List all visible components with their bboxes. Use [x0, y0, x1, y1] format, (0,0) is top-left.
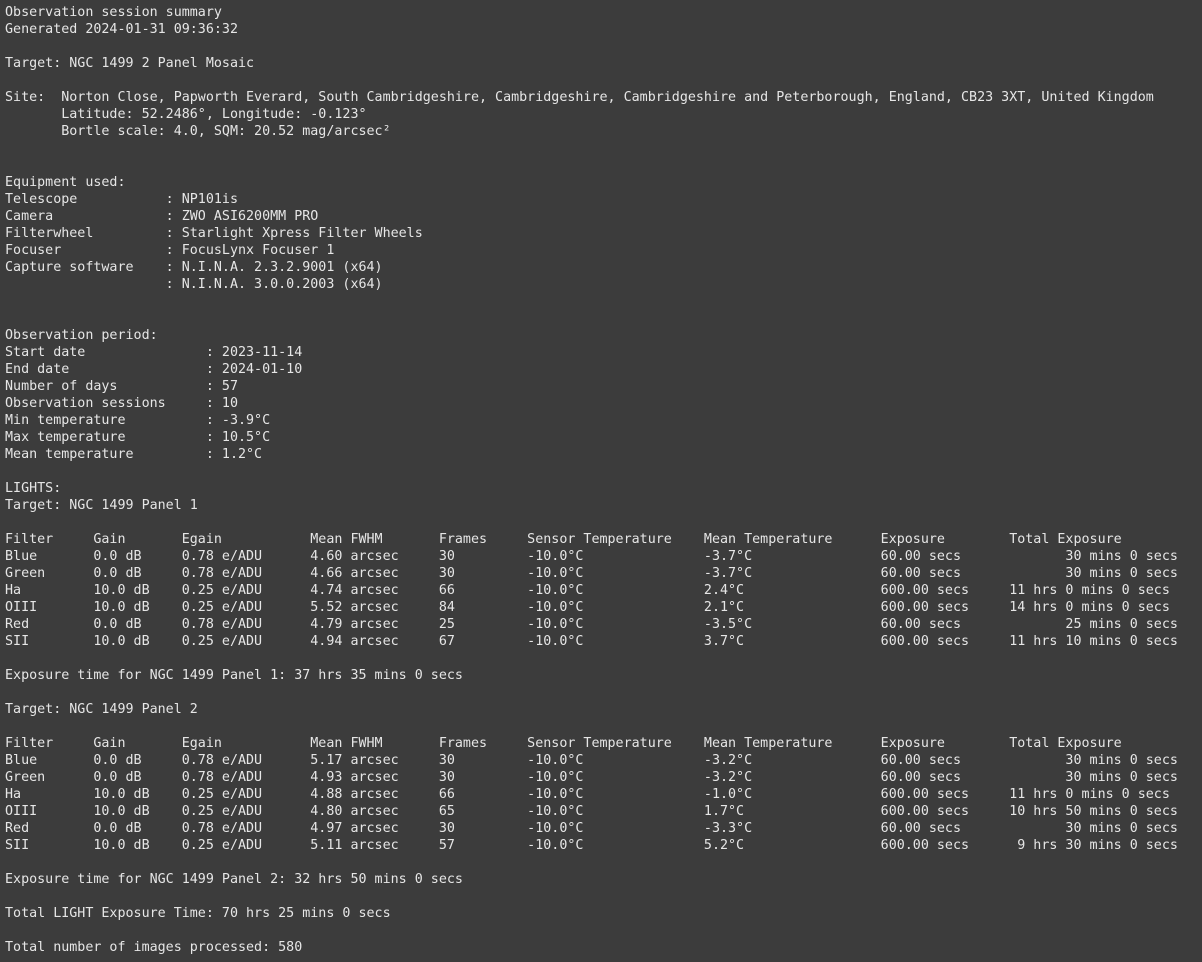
panel2-exposure-total: Exposure time for NGC 1499 Panel 2: 32 h…	[5, 872, 463, 887]
panel1-table-row: Red 0.0 dB 0.78 e/ADU 4.79 arcsec 25 -10…	[5, 617, 1178, 632]
site-line: Site: Norton Close, Papworth Everard, So…	[5, 90, 1154, 105]
equipment-row: Focuser : FocusLynx Focuser 1	[5, 243, 335, 258]
panel2-table-row: Ha 10.0 dB 0.25 e/ADU 4.88 arcsec 66 -10…	[5, 787, 1170, 802]
site-sky-quality-line: Bortle scale: 4.0, SQM: 20.52 mag/arcsec…	[5, 124, 391, 139]
period-header: Observation period:	[5, 328, 158, 343]
panel1-table-row: Green 0.0 dB 0.78 e/ADU 4.66 arcsec 30 -…	[5, 566, 1178, 581]
generated-line: Generated 2024-01-31 09:36:32	[5, 22, 238, 37]
equipment-row: Filterwheel : Starlight Xpress Filter Wh…	[5, 226, 423, 241]
total-light-exposure: Total LIGHT Exposure Time: 70 hrs 25 min…	[5, 906, 391, 921]
panel1-table-row: Blue 0.0 dB 0.78 e/ADU 4.60 arcsec 30 -1…	[5, 549, 1178, 564]
site-coordinates-line: Latitude: 52.2486°, Longitude: -0.123°	[5, 107, 367, 122]
terminal-output: Observation session summary Generated 202…	[0, 0, 1202, 962]
period-row: Mean temperature : 1.2°C	[5, 447, 263, 462]
panel2-table-row: OIII 10.0 dB 0.25 e/ADU 4.80 arcsec 65 -…	[5, 804, 1178, 819]
panel1-table-header: Filter Gain Egain Mean FWHM Frames Senso…	[5, 532, 1122, 547]
panel2-table-row: Green 0.0 dB 0.78 e/ADU 4.93 arcsec 30 -…	[5, 770, 1178, 785]
equipment-header: Equipment used:	[5, 175, 126, 190]
panel1-target: Target: NGC 1499 Panel 1	[5, 498, 198, 513]
period-row: Min temperature : -3.9°C	[5, 413, 271, 428]
period-row: Start date : 2023-11-14	[5, 345, 303, 360]
panel2-table-row: Red 0.0 dB 0.78 e/ADU 4.97 arcsec 30 -10…	[5, 821, 1178, 836]
total-images-processed: Total number of images processed: 580	[5, 940, 303, 955]
panel2-table-header: Filter Gain Egain Mean FWHM Frames Senso…	[5, 736, 1122, 751]
period-row: Observation sessions : 10	[5, 396, 238, 411]
panel2-table-row: Blue 0.0 dB 0.78 e/ADU 5.17 arcsec 30 -1…	[5, 753, 1178, 768]
panel1-table-row: Ha 10.0 dB 0.25 e/ADU 4.74 arcsec 66 -10…	[5, 583, 1170, 598]
lights-header: LIGHTS:	[5, 481, 62, 496]
panel1-table-row: OIII 10.0 dB 0.25 e/ADU 5.52 arcsec 84 -…	[5, 600, 1170, 615]
panel1-exposure-total: Exposure time for NGC 1499 Panel 1: 37 h…	[5, 668, 463, 683]
panel2-table-row: SII 10.0 dB 0.25 e/ADU 5.11 arcsec 57 -1…	[5, 838, 1178, 853]
period-row: End date : 2024-01-10	[5, 362, 303, 377]
target-line: Target: NGC 1499 2 Panel Mosaic	[5, 56, 255, 71]
equipment-row: Capture software : N.I.N.A. 2.3.2.9001 (…	[5, 260, 383, 275]
period-row: Max temperature : 10.5°C	[5, 430, 271, 445]
equipment-row: Camera : ZWO ASI6200MM PRO	[5, 209, 319, 224]
period-row: Number of days : 57	[5, 379, 238, 394]
equipment-row: Telescope : NP101is	[5, 192, 238, 207]
panel1-table-row: SII 10.0 dB 0.25 e/ADU 4.94 arcsec 67 -1…	[5, 634, 1178, 649]
equipment-row: : N.I.N.A. 3.0.0.2003 (x64)	[5, 277, 383, 292]
report-title: Observation session summary	[5, 5, 222, 20]
panel2-target: Target: NGC 1499 Panel 2	[5, 702, 198, 717]
